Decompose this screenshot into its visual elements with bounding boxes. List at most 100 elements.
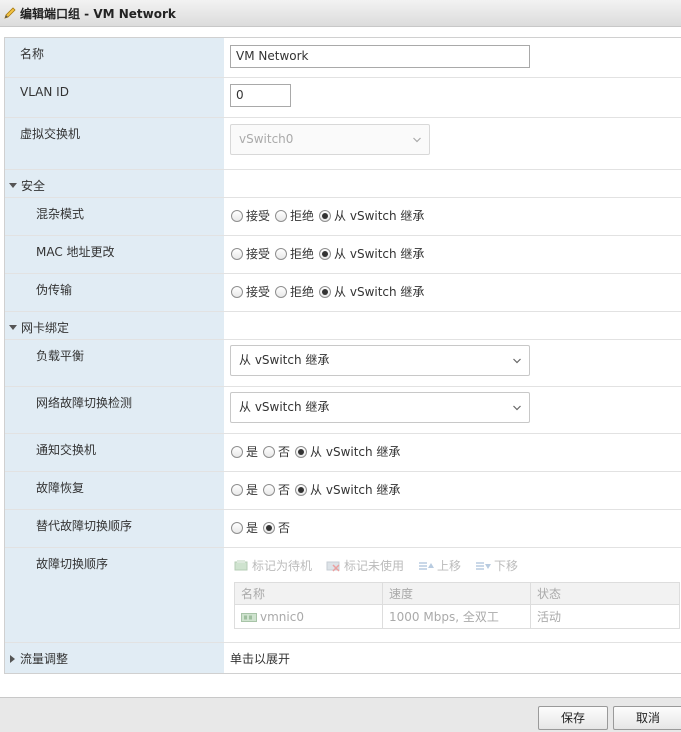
vlan-input[interactable]: 0: [230, 84, 291, 107]
radio-label: 否: [278, 483, 291, 497]
security-header: 安全: [21, 179, 46, 193]
col-speed[interactable]: 速度: [382, 582, 531, 605]
radio-option[interactable]: 否: [263, 519, 290, 536]
radio-unchecked-icon: [275, 247, 288, 260]
failover-detection-value: 从 vSwitch 继承: [239, 400, 330, 414]
radio-option[interactable]: 接受: [231, 207, 270, 224]
radio-option[interactable]: 是: [231, 481, 258, 498]
settings-panel: 名称 VM Network VLAN ID 0 虚拟交换机 vSwitch0 安…: [4, 37, 681, 674]
security-toggle[interactable]: 安全: [9, 177, 45, 194]
move-up-button[interactable]: 上移: [418, 557, 461, 574]
move-down-icon: [476, 562, 492, 570]
chevron-down-icon: [413, 137, 421, 143]
save-button[interactable]: 保存: [538, 706, 608, 730]
caret-right-icon: [10, 654, 15, 663]
unused-nic-icon: [326, 561, 340, 572]
col-status[interactable]: 状态: [530, 582, 680, 605]
radio-option[interactable]: 接受: [231, 283, 270, 300]
col-name[interactable]: 名称: [234, 582, 383, 605]
caret-down-icon: [9, 325, 17, 330]
radio-unchecked-icon: [231, 247, 243, 260]
radio-option[interactable]: 从 vSwitch 继承: [319, 245, 424, 262]
radio-option[interactable]: 拒绝: [275, 245, 314, 262]
section-security: 安全: [5, 170, 681, 198]
mark-unused-button[interactable]: 标记未使用: [326, 557, 404, 574]
radio-label: 是: [246, 483, 259, 497]
notify-switches-label: 通知交换机: [36, 443, 97, 457]
radio-unchecked-icon: [231, 521, 243, 534]
radio-option[interactable]: 否: [263, 443, 290, 460]
shaping-toggle[interactable]: 流量调整: [9, 650, 68, 667]
radio-option[interactable]: 从 vSwitch 继承: [295, 481, 400, 498]
radio-label: 从 vSwitch 继承: [334, 209, 425, 223]
row-override-order: 替代故障切换顺序 是否: [5, 510, 681, 548]
radio-label: 从 vSwitch 继承: [334, 285, 425, 299]
radio-label: 拒绝: [290, 247, 315, 261]
radio-checked-icon: [295, 445, 308, 458]
radio-option[interactable]: 从 vSwitch 继承: [319, 207, 424, 224]
dialog-footer: 保存 取消: [0, 697, 681, 732]
title-bar: 编辑端口组 - VM Network: [0, 0, 681, 27]
radio-option[interactable]: 从 vSwitch 继承: [319, 283, 424, 300]
chevron-down-icon: [513, 405, 521, 411]
radio-unchecked-icon: [231, 285, 243, 298]
mac-change-radio-group: 接受 拒绝 从 vSwitch 继承: [231, 245, 429, 262]
radio-option[interactable]: 拒绝: [275, 283, 314, 300]
pencil-icon: [4, 7, 16, 19]
section-teaming: 网卡绑定: [5, 312, 681, 340]
radio-label: 从 vSwitch 继承: [310, 445, 401, 459]
row-notify-switches: 通知交换机 是 否 从 vSwitch 继承: [5, 434, 681, 472]
teaming-toggle[interactable]: 网卡绑定: [9, 319, 69, 336]
name-label: 名称: [20, 47, 45, 61]
load-balancing-label: 负载平衡: [36, 349, 85, 363]
radio-checked-icon: [319, 209, 332, 222]
failover-detection-label: 网络故障切换检测: [36, 396, 133, 410]
radio-label: 接受: [246, 247, 271, 261]
move-up-icon: [419, 562, 435, 570]
nic-table: 名称 速度 状态 vmnic0 1000 Mbps, 全双工 活动: [234, 582, 680, 629]
radio-unchecked-icon: [231, 209, 243, 222]
radio-label: 是: [246, 521, 259, 535]
notify-switches-radio-group: 是 否 从 vSwitch 继承: [231, 443, 405, 460]
caret-down-icon: [9, 183, 17, 188]
vswitch-value: vSwitch0: [239, 132, 294, 146]
table-row[interactable]: vmnic0 1000 Mbps, 全双工 活动: [234, 604, 680, 629]
radio-checked-icon: [263, 521, 276, 534]
radio-option[interactable]: 是: [231, 443, 258, 460]
move-down-button[interactable]: 下移: [475, 557, 518, 574]
radio-label: 拒绝: [290, 209, 315, 223]
mark-standby-button[interactable]: 标记为待机: [234, 557, 312, 574]
nic-status: 活动: [530, 604, 680, 629]
radio-unchecked-icon: [231, 483, 243, 496]
name-input[interactable]: VM Network: [230, 45, 530, 68]
radio-checked-icon: [295, 483, 308, 496]
row-vlan: VLAN ID 0: [5, 78, 681, 118]
mac-change-label: MAC 地址更改: [36, 245, 115, 259]
vswitch-select: vSwitch0: [230, 124, 430, 155]
failover-toolbar: 标记为待机 标记未使用 上移 下移: [234, 557, 532, 574]
radio-option[interactable]: 是: [231, 519, 258, 536]
radio-label: 从 vSwitch 继承: [334, 247, 425, 261]
radio-option[interactable]: 否: [263, 481, 290, 498]
row-promiscuous: 混杂模式 接受 拒绝 从 vSwitch 继承: [5, 198, 681, 236]
radio-unchecked-icon: [263, 445, 276, 458]
promiscuous-label: 混杂模式: [36, 207, 85, 221]
radio-unchecked-icon: [231, 445, 243, 458]
load-balancing-select[interactable]: 从 vSwitch 继承: [230, 345, 530, 376]
row-vswitch: 虚拟交换机 vSwitch0: [5, 118, 681, 170]
failover-order-label: 故障切换顺序: [36, 557, 109, 571]
teaming-header: 网卡绑定: [21, 321, 70, 335]
cancel-button[interactable]: 取消: [613, 706, 681, 730]
promiscuous-radio-group: 接受 拒绝 从 vSwitch 继承: [231, 207, 429, 224]
radio-unchecked-icon: [275, 285, 288, 298]
failover-detection-select[interactable]: 从 vSwitch 继承: [230, 392, 530, 423]
nic-icon: [241, 612, 257, 622]
nic-speed: 1000 Mbps, 全双工: [382, 604, 531, 629]
radio-option[interactable]: 从 vSwitch 继承: [295, 443, 400, 460]
radio-label: 否: [278, 521, 291, 535]
radio-option[interactable]: 拒绝: [275, 207, 314, 224]
radio-label: 从 vSwitch 继承: [310, 483, 401, 497]
radio-option[interactable]: 接受: [231, 245, 270, 262]
shaping-expand-hint[interactable]: 单击以展开: [230, 650, 290, 667]
radio-unchecked-icon: [263, 483, 276, 496]
